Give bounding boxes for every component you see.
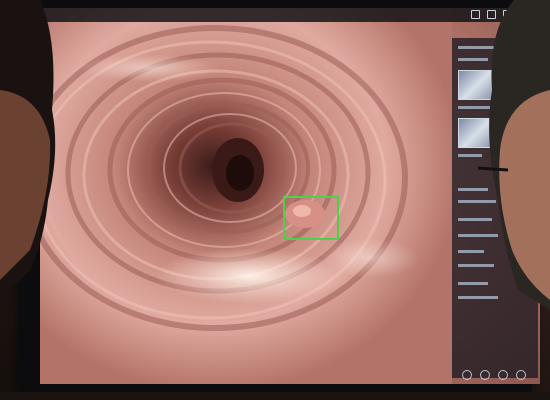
clinician-right-silhouette xyxy=(478,0,550,310)
monitor xyxy=(18,0,540,392)
desk-edge xyxy=(0,392,550,400)
monitor-screen xyxy=(40,8,540,384)
eyeglasses-icon xyxy=(478,166,509,172)
clinician-left-silhouette xyxy=(0,0,56,300)
polyp-detection-box xyxy=(283,196,339,240)
colon-lumen-view xyxy=(40,8,452,384)
screen-top-bar xyxy=(40,8,540,22)
settings-icon[interactable] xyxy=(462,370,472,380)
